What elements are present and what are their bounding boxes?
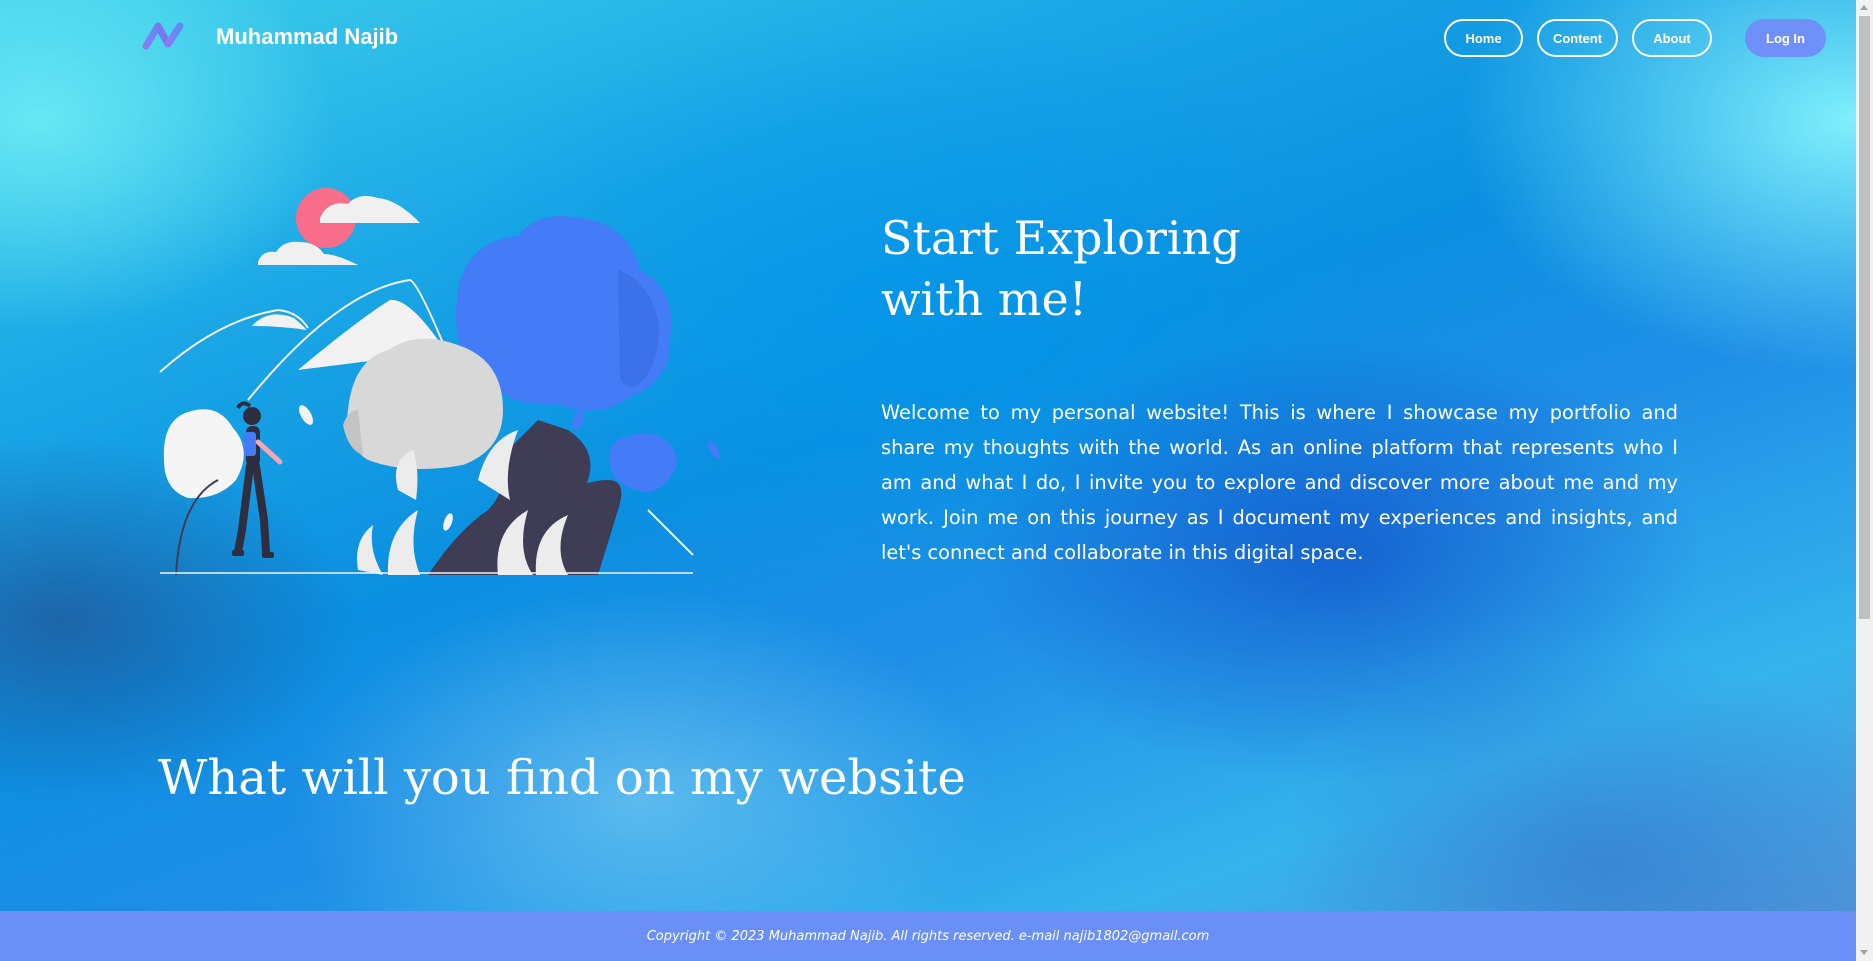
hiker-forest-illustration (159, 188, 721, 575)
scroll-up-arrow-icon[interactable] (1860, 5, 1868, 10)
nav-content-button[interactable]: Content (1537, 19, 1618, 57)
hero-title-line2: with me! (881, 272, 1088, 326)
nav-home-button[interactable]: Home (1444, 19, 1523, 57)
brand-name[interactable]: Muhammad Najib (216, 24, 398, 50)
page: Muhammad Najib Home Content About Log In (0, 0, 1856, 961)
footer-copyright: Copyright © 2023 Muhammad Najib. All rig… (646, 928, 1210, 944)
n-logo-icon[interactable] (142, 22, 186, 50)
hero-title-line1: Start Exploring (881, 211, 1241, 265)
scroll-down-arrow-icon[interactable] (1860, 950, 1868, 955)
nav-about-button[interactable]: About (1632, 19, 1712, 57)
section-title: What will you find on my website (158, 750, 966, 806)
scrollbar-thumb[interactable] (1859, 16, 1870, 619)
footer: Copyright © 2023 Muhammad Najib. All rig… (0, 911, 1856, 961)
hero-title: Start Exploring with me! (881, 208, 1341, 330)
login-button[interactable]: Log In (1745, 19, 1826, 57)
vertical-scrollbar[interactable] (1856, 0, 1873, 961)
hero-description: Welcome to my personal website! This is … (881, 401, 1678, 564)
